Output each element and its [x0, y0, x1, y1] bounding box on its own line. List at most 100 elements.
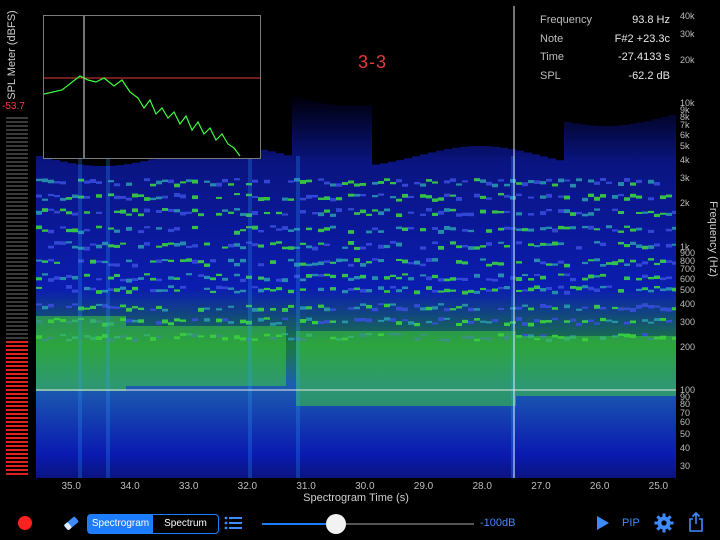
spectrogram-harmonic [378, 244, 384, 249]
spectrogram-harmonic [396, 289, 402, 293]
spectrogram-harmonic [306, 179, 312, 183]
spectrogram-harmonic [282, 226, 288, 230]
spectrogram-harmonic [150, 260, 156, 263]
share-icon[interactable] [688, 512, 704, 532]
spectrogram-harmonic [42, 198, 48, 201]
spectrogram-harmonic [360, 303, 366, 306]
spectrogram-harmonic [174, 183, 180, 188]
spectrogram-harmonic [402, 259, 408, 264]
spectrogram-onset [78, 156, 82, 478]
spectrogram-harmonic [96, 244, 102, 249]
spectrogram-harmonic [258, 288, 264, 293]
spl-meter-segment [6, 441, 28, 443]
spectrogram-silence [300, 6, 308, 100]
spectrogram-harmonic [540, 304, 546, 308]
spectrogram-harmonic [660, 195, 666, 200]
spectrogram-harmonic [582, 285, 588, 289]
spectrogram-harmonic [132, 263, 138, 268]
spectrogram-silence [348, 6, 356, 106]
spectrogram-harmonic [606, 181, 612, 184]
spectrogram-harmonic [528, 196, 534, 199]
spl-meter-segment [6, 445, 28, 447]
spectrogram-harmonic [282, 278, 288, 283]
spectrogram-harmonic [432, 181, 438, 184]
spl-meter-segment [6, 289, 28, 291]
spectrogram-harmonic [366, 318, 372, 323]
spectrogram-harmonic [348, 180, 354, 184]
spectrogram-harmonic [378, 181, 384, 184]
segment-spectrogram[interactable]: Spectrogram [88, 515, 153, 533]
spectrogram-harmonic [630, 193, 636, 198]
spectrogram-harmonic [258, 276, 264, 280]
spectrogram-harmonic [504, 322, 510, 327]
spectrogram-harmonic [180, 241, 186, 246]
frequency-axis: 40k 30k 20k 10k 9k 8k 7k 6k 5k 4k 3k 2k 1k 900 800 700 6… [676, 6, 706, 478]
spectrogram-harmonic [318, 261, 324, 266]
spectrogram-harmonic [318, 242, 324, 245]
spectrogram-harmonic [216, 196, 222, 199]
spectrogram-harmonic [222, 178, 228, 183]
spectrogram-harmonic [462, 277, 468, 282]
spectrogram-harmonic [234, 273, 240, 277]
time-tick: 32.0 [237, 481, 258, 492]
spectrogram-harmonic [642, 261, 648, 265]
spectrogram-harmonic [144, 242, 150, 246]
spectrogram-harmonic [318, 321, 324, 325]
spectrogram-harmonic [126, 307, 132, 312]
spectrogram-energy [516, 336, 676, 396]
spectrogram-harmonic [384, 244, 390, 249]
spectrogram-harmonic [258, 197, 264, 202]
spectrogram-harmonic [186, 258, 192, 262]
spl-meter-segment [6, 177, 28, 179]
eraser-icon[interactable] [62, 514, 80, 532]
spectrogram-harmonic [540, 227, 546, 231]
frequency-tick: 500 [680, 284, 696, 295]
spectrogram-harmonic [504, 183, 510, 187]
spectrogram-harmonic [228, 258, 234, 263]
spectrogram-harmonic [318, 178, 324, 181]
spectrogram-harmonic [546, 178, 552, 182]
spectrogram-harmonic [168, 276, 174, 280]
spectrogram-harmonic [150, 289, 156, 293]
spectrogram-harmonic [390, 181, 396, 185]
spectrogram-harmonic [432, 274, 438, 279]
spl-meter-segment [6, 277, 28, 279]
spectrogram-harmonic [468, 289, 474, 293]
spectrogram-harmonic [228, 183, 234, 186]
spectrogram-harmonic [660, 277, 666, 281]
spectrogram-harmonic [84, 180, 90, 184]
spectrogram-harmonic [378, 286, 384, 290]
spectrogram-harmonic [594, 322, 600, 325]
spectrogram-harmonic [378, 193, 384, 196]
spl-meter-segment [6, 357, 28, 359]
segment-spectrum[interactable]: Spectrum [153, 515, 218, 533]
pip-button[interactable]: PIP [622, 517, 640, 529]
spectrogram-harmonic [666, 194, 672, 198]
spectrum-line [43, 75, 241, 157]
threshold-slider-thumb[interactable] [326, 514, 347, 534]
threshold-slider[interactable] [262, 514, 474, 534]
gear-icon[interactable] [654, 513, 674, 533]
spectrogram-harmonic [138, 319, 144, 323]
spectrogram-harmonic [630, 259, 636, 263]
list-icon[interactable] [224, 515, 242, 531]
spectrum-inset[interactable] [43, 15, 261, 159]
spectrogram-harmonic [96, 181, 102, 184]
spectrogram-harmonic [84, 228, 90, 232]
spectrogram-harmonic [336, 258, 342, 263]
spectrogram-harmonic [156, 227, 162, 230]
record-icon[interactable] [18, 516, 32, 530]
spectrogram-harmonic [198, 260, 204, 264]
spectrogram-harmonic [306, 317, 312, 321]
spectrogram-harmonic [660, 288, 666, 292]
spectrogram-harmonic [198, 274, 204, 277]
spectrogram-harmonic [552, 183, 558, 187]
spectrogram-harmonic [114, 288, 120, 292]
play-icon[interactable] [596, 516, 610, 530]
spectrogram-harmonic [564, 290, 570, 295]
spectrogram-harmonic [540, 242, 546, 246]
spectrogram-harmonic [60, 241, 66, 245]
spectrogram-harmonic [306, 263, 312, 267]
spectrogram-harmonic [54, 210, 60, 214]
spectrogram-harmonic [558, 242, 564, 246]
